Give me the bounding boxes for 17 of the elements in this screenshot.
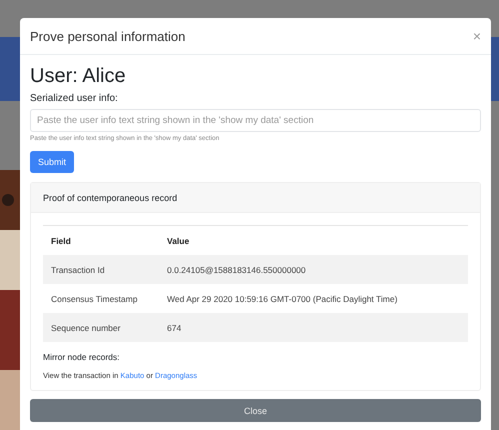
card-header: Proof of contemporaneous record — [31, 183, 480, 213]
table-cell-text: Consensus Timestamp — [50, 292, 138, 306]
table-cell: 674 — [159, 313, 468, 342]
close-button[interactable]: Close — [30, 399, 481, 422]
field-label: Serialized user info: — [30, 93, 119, 104]
submit-button[interactable]: Submit — [30, 151, 74, 173]
table-cell: Sequence number — [43, 313, 159, 342]
user-heading: User: Alice — [30, 65, 127, 88]
mirror-heading: Mirror node records: — [43, 352, 121, 362]
modal-title: Prove personal information — [30, 28, 186, 44]
column-header: Field — [50, 234, 72, 248]
table-cell: 0.0.24105@1588183146.550000000 — [159, 255, 468, 284]
table-cell: Transaction Id — [43, 255, 159, 284]
input-field[interactable]: Paste the user info text string shown in the 'show my data' section — [30, 109, 481, 132]
column-header: Value — [166, 234, 190, 248]
close-icon[interactable]: × — [472, 28, 481, 44]
table-cell-text: Wed Apr 29 2020 10:59:16 GMT-0700 (Pacific Daylight Time) — [166, 292, 398, 306]
